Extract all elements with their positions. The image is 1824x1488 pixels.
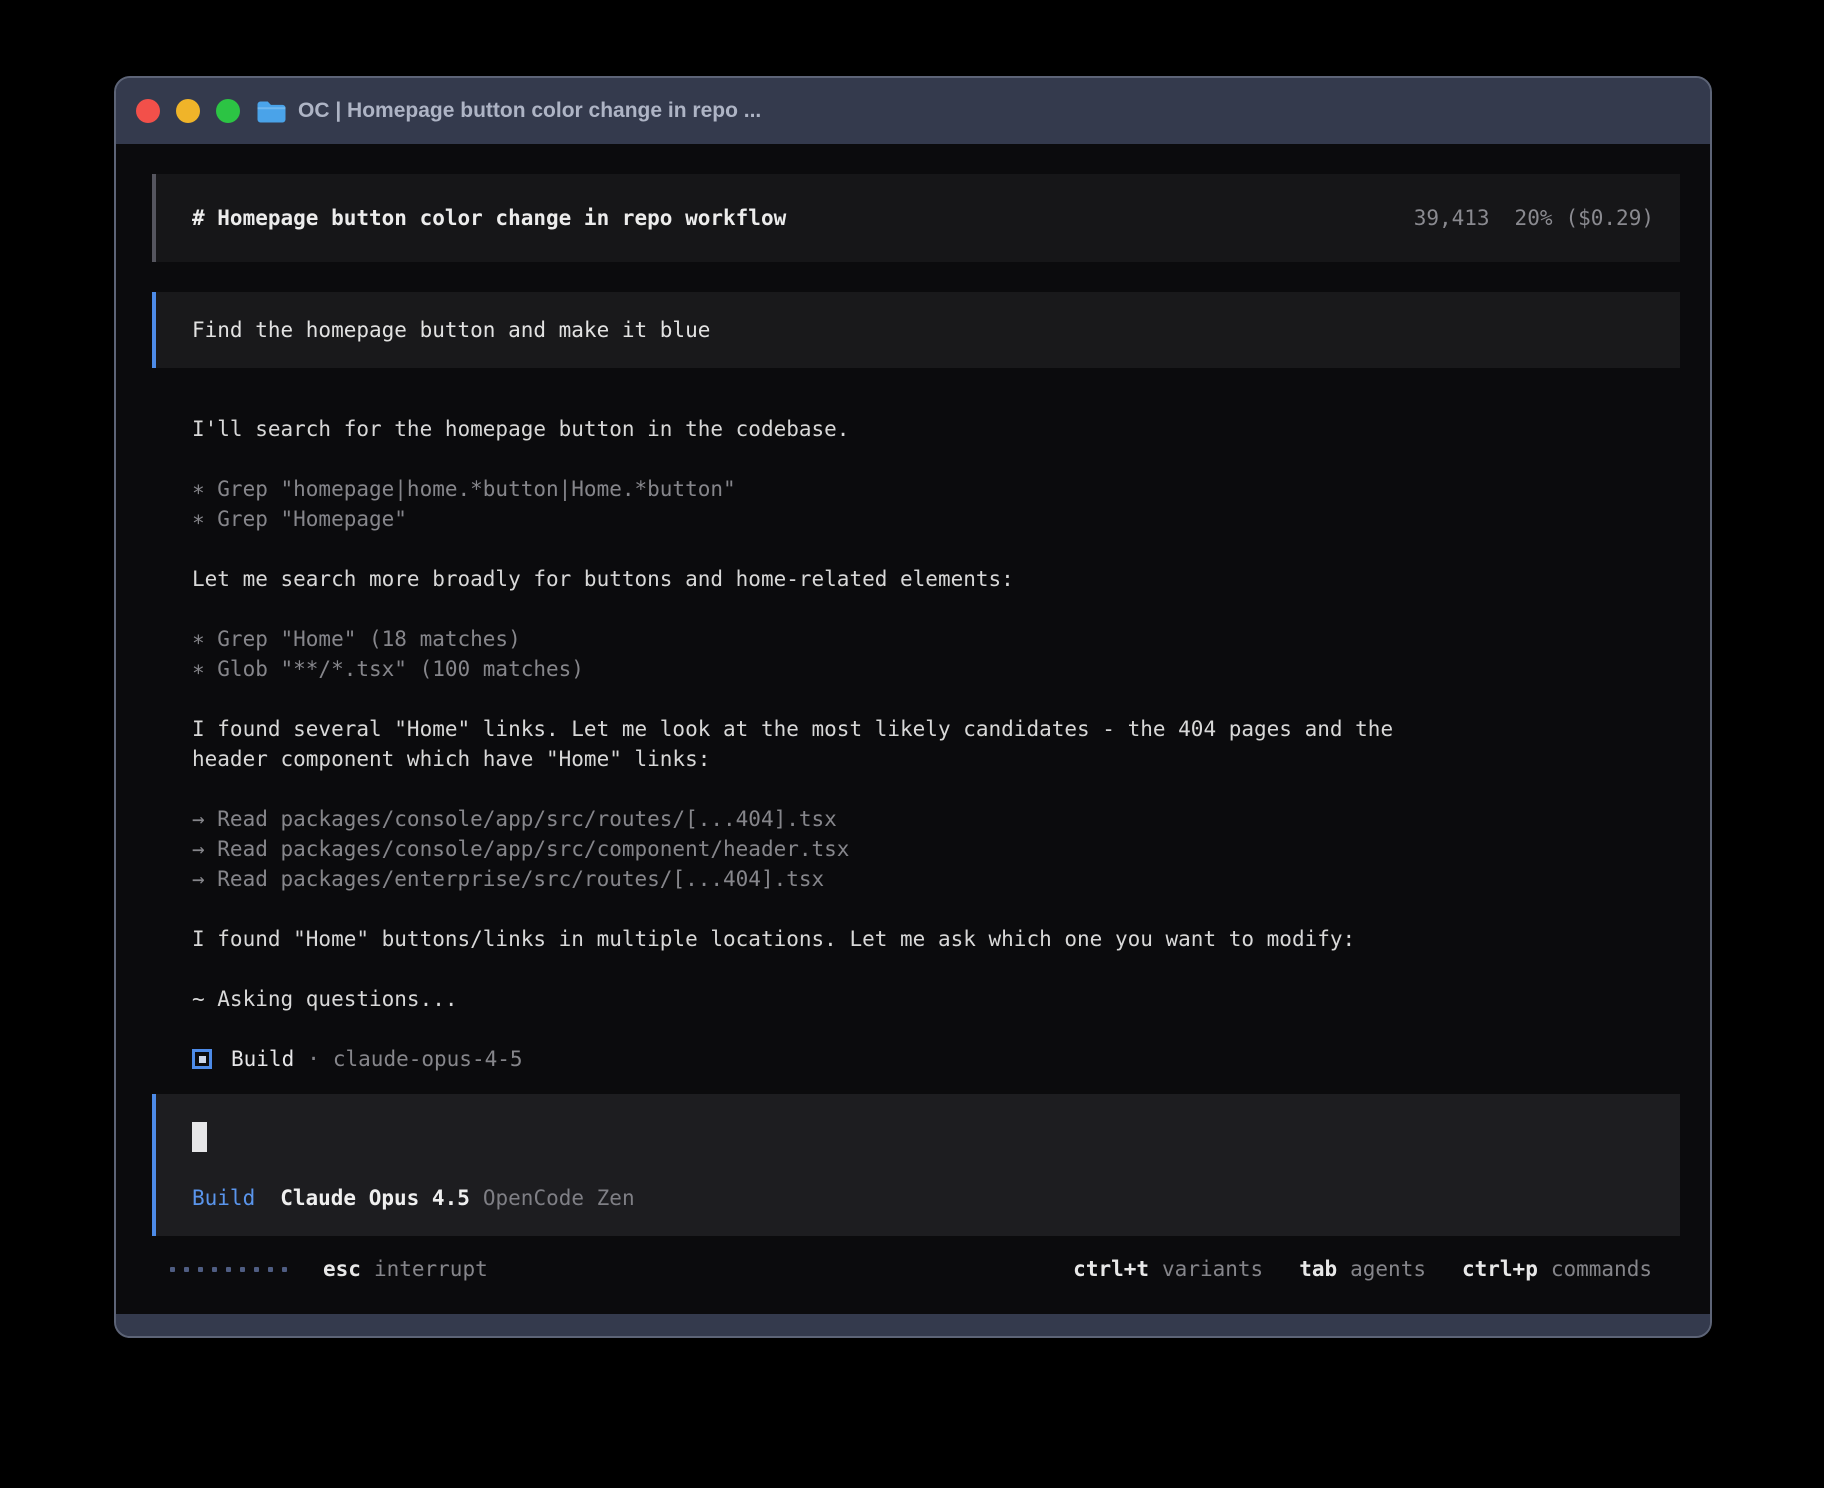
agent-status-row: Build · claude-opus-4-5: [192, 1044, 1680, 1074]
terminal-window: OC | Homepage button color change in rep…: [114, 76, 1712, 1338]
prompt-mode-line: Build Claude Opus 4.5 OpenCode Zen: [192, 1186, 1648, 1210]
status-text-line: ~ Asking questions...: [192, 984, 1680, 1014]
agent-badge-icon: [192, 1049, 212, 1069]
commands-label: commands: [1551, 1257, 1652, 1281]
prompt-input[interactable]: Build Claude Opus 4.5 OpenCode Zen: [152, 1094, 1680, 1236]
blank-line: [192, 894, 1680, 924]
blank-line: [192, 684, 1680, 714]
tool-call-line: → Read packages/enterprise/src/routes/[.…: [192, 864, 1680, 894]
tool-call-line: ∗ Grep "Home" (18 matches): [192, 624, 1680, 654]
status-bar: esc interrupt ctrl+t variants tab agents…: [152, 1254, 1680, 1284]
keyboard-hints: ctrl+t variants tab agents ctrl+p comman…: [1073, 1257, 1652, 1281]
commands-key: ctrl+p: [1462, 1257, 1538, 1281]
interrupt-hint: esc interrupt: [323, 1257, 488, 1281]
window-titlebar: OC | Homepage button color change in rep…: [116, 78, 1710, 144]
transcript: I'll search for the homepage button in t…: [152, 414, 1680, 1074]
tool-call-line: ∗ Glob "**/*.tsx" (100 matches): [192, 654, 1680, 684]
tool-call-line: → Read packages/console/app/src/routes/[…: [192, 804, 1680, 834]
agents-label: agents: [1350, 1257, 1426, 1281]
agent-mode-label: Build: [192, 1186, 255, 1210]
esc-key: esc: [323, 1257, 361, 1281]
blank-line: [192, 774, 1680, 804]
blank-line: [192, 954, 1680, 984]
agents-key: tab: [1299, 1257, 1337, 1281]
variants-label: variants: [1162, 1257, 1263, 1281]
minimize-button[interactable]: [176, 99, 200, 123]
tool-call-line: ∗ Grep "Homepage": [192, 504, 1680, 534]
user-message-text: Find the homepage button and make it blu…: [192, 318, 710, 342]
traffic-lights: [136, 99, 240, 123]
text-cursor: [192, 1122, 207, 1152]
close-button[interactable]: [136, 99, 160, 123]
tool-call-line: → Read packages/console/app/src/componen…: [192, 834, 1680, 864]
assistant-text-line: header component which have "Home" links…: [192, 744, 1680, 774]
window-title: OC | Homepage button color change in rep…: [298, 99, 761, 123]
variants-key: ctrl+t: [1073, 1257, 1149, 1281]
session-cost: ($0.29): [1565, 206, 1654, 230]
assistant-text-line: I found several "Home" links. Let me loo…: [192, 714, 1680, 744]
spinner-dots-icon: [170, 1267, 287, 1272]
blank-line: [192, 444, 1680, 474]
agents-hint: tab agents: [1299, 1257, 1426, 1281]
terminal-content: # Homepage button color change in repo w…: [116, 144, 1710, 1314]
session-stats: 39,413 20% ($0.29): [1414, 206, 1654, 230]
provider-name: OpenCode Zen: [483, 1186, 635, 1210]
model-name: Claude Opus 4.5: [280, 1186, 470, 1210]
dot-separator: ·: [307, 1047, 320, 1071]
interrupt-label: interrupt: [374, 1257, 488, 1281]
variants-hint: ctrl+t variants: [1073, 1257, 1263, 1281]
assistant-text-line: Let me search more broadly for buttons a…: [192, 564, 1680, 594]
commands-hint: ctrl+p commands: [1462, 1257, 1652, 1281]
blank-line: [192, 594, 1680, 624]
session-title: # Homepage button color change in repo w…: [192, 206, 786, 230]
window-bottom-strip: [116, 1314, 1710, 1338]
user-message: Find the homepage button and make it blu…: [152, 292, 1680, 368]
folder-icon: [256, 99, 287, 124]
token-count: 39,413: [1414, 206, 1490, 230]
blank-line: [192, 534, 1680, 564]
agent-name: Build: [231, 1047, 294, 1071]
agent-model: claude-opus-4-5: [333, 1047, 523, 1071]
session-header: # Homepage button color change in repo w…: [152, 174, 1680, 262]
assistant-text-line: I found "Home" buttons/links in multiple…: [192, 924, 1680, 954]
zoom-button[interactable]: [216, 99, 240, 123]
assistant-text-line: I'll search for the homepage button in t…: [192, 414, 1680, 444]
tool-call-line: ∗ Grep "homepage|home.*button|Home.*butt…: [192, 474, 1680, 504]
context-percent: 20%: [1515, 206, 1553, 230]
blank-line: [192, 1014, 1680, 1044]
